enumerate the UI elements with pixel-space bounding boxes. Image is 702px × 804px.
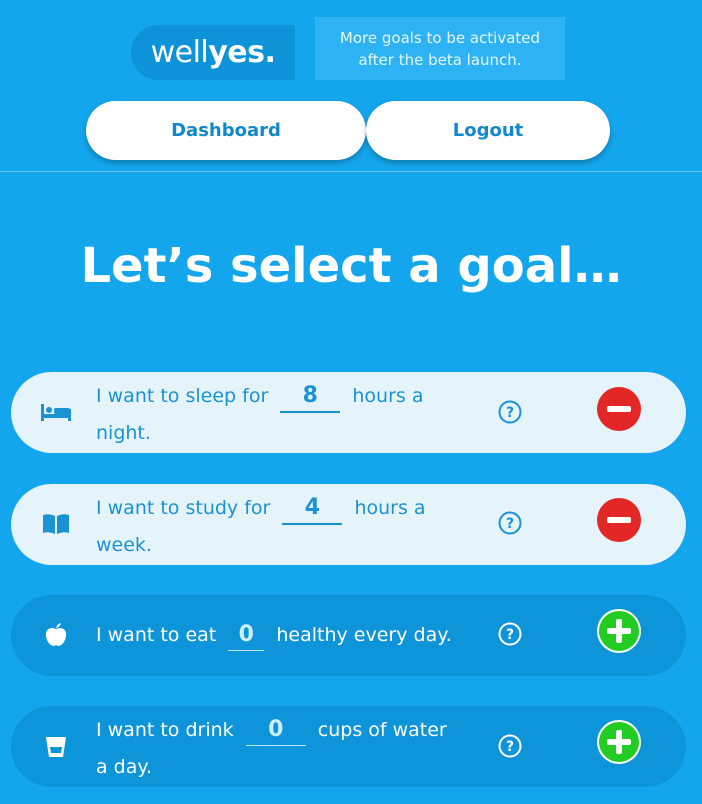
svg-text:?: ? bbox=[506, 627, 514, 643]
header-divider bbox=[0, 171, 702, 172]
help-icon[interactable]: ? bbox=[498, 511, 522, 535]
svg-text:?: ? bbox=[506, 516, 514, 532]
goal-sentence-eat: I want to eat 0 healthy every day. bbox=[96, 617, 456, 654]
goal-value-input[interactable]: 8 bbox=[280, 381, 341, 413]
glass-icon bbox=[39, 732, 73, 762]
book-icon bbox=[39, 509, 73, 539]
goal-value-input[interactable]: 4 bbox=[282, 493, 343, 525]
goal-card-drink: I want to drink 0 cups of water a day. ? bbox=[11, 706, 686, 787]
goal-sentence-study: I want to study for 4 hours a week. bbox=[96, 490, 456, 564]
goal-prefix: I want to study for bbox=[96, 497, 271, 519]
help-icon[interactable]: ? bbox=[498, 400, 522, 424]
help-icon[interactable]: ? bbox=[498, 734, 522, 758]
goal-prefix: I want to eat bbox=[96, 624, 217, 646]
svg-text:?: ? bbox=[506, 739, 514, 755]
goal-sentence-drink: I want to drink 0 cups of water a day. bbox=[96, 712, 456, 786]
goal-prefix: I want to drink bbox=[96, 719, 234, 741]
beta-notice: More goals to be activated after the bet… bbox=[315, 17, 565, 80]
add-goal-button[interactable] bbox=[597, 609, 641, 653]
remove-goal-button[interactable] bbox=[597, 498, 641, 542]
svg-text:?: ? bbox=[506, 405, 514, 421]
goal-suffix: healthy every day. bbox=[276, 624, 452, 646]
goal-value-input[interactable]: 0 bbox=[228, 620, 265, 651]
logo-text-bold: yes. bbox=[208, 35, 276, 70]
goal-card-study: I want to study for 4 hours a week. ? bbox=[11, 484, 686, 565]
wellyes-logo[interactable]: well yes. bbox=[131, 25, 295, 80]
apple-icon bbox=[39, 620, 73, 650]
remove-goal-button[interactable] bbox=[597, 387, 641, 431]
page-title: Let’s select a goal… bbox=[80, 238, 622, 294]
goal-card-eat: I want to eat 0 healthy every day. ? bbox=[11, 595, 686, 676]
goal-sentence-sleep: I want to sleep for 8 hours a night. bbox=[96, 378, 456, 452]
logout-button[interactable]: Logout bbox=[366, 101, 610, 160]
goal-prefix: I want to sleep for bbox=[96, 385, 269, 407]
add-goal-button[interactable] bbox=[597, 720, 641, 764]
logo-text-light: well bbox=[150, 35, 209, 70]
goal-value-input[interactable]: 0 bbox=[245, 715, 306, 746]
help-icon[interactable]: ? bbox=[498, 622, 522, 646]
goal-card-sleep: I want to sleep for 8 hours a night. ? bbox=[11, 372, 686, 453]
bed-icon bbox=[39, 397, 73, 427]
dashboard-button[interactable]: Dashboard bbox=[86, 101, 366, 160]
